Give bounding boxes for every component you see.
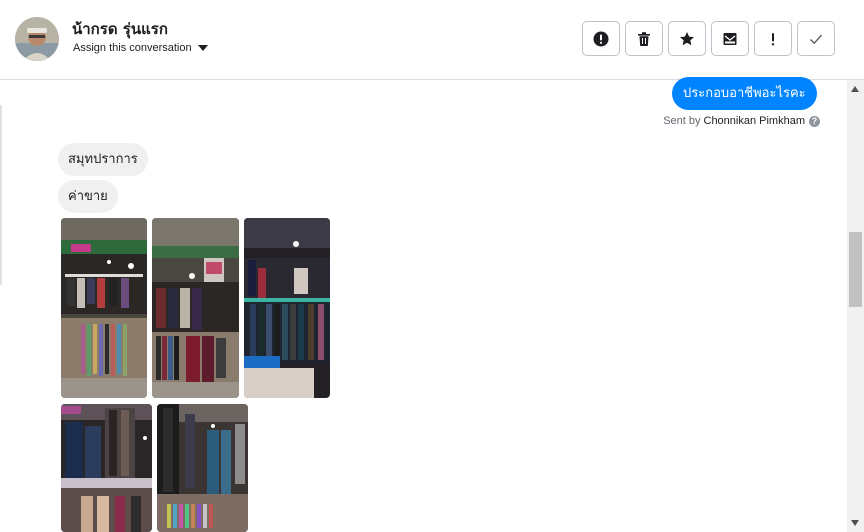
photo-attachment[interactable] bbox=[61, 404, 152, 532]
user-avatar[interactable] bbox=[15, 17, 59, 61]
received-message-bubble[interactable]: ค่าขาย bbox=[58, 180, 118, 213]
photo-attachment[interactable] bbox=[244, 218, 330, 398]
scroll-thumb[interactable] bbox=[849, 232, 862, 307]
sent-by-prefix: Sent by bbox=[663, 115, 701, 127]
sent-message-bubble[interactable]: ประกอบอาชีพอะไรคะ bbox=[672, 77, 817, 110]
mark-done-button[interactable] bbox=[797, 21, 835, 56]
conversation-header: น้ากรด รุ่นแรก Assign this conversation bbox=[0, 0, 864, 80]
sent-by-name: Chonnikan Pimkham bbox=[703, 115, 806, 127]
star-button[interactable] bbox=[668, 21, 706, 56]
photo-attachment[interactable] bbox=[152, 218, 239, 398]
mark-unread-icon bbox=[723, 32, 737, 45]
star-icon bbox=[680, 31, 694, 45]
mark-spam-button[interactable] bbox=[582, 21, 620, 56]
scroll-up-arrow-icon[interactable] bbox=[851, 86, 859, 92]
checkmark-icon bbox=[809, 34, 823, 44]
mark-unread-button[interactable] bbox=[711, 21, 749, 56]
help-icon[interactable]: ? bbox=[809, 115, 820, 127]
follow-up-button[interactable] bbox=[754, 21, 792, 56]
scroll-down-arrow-icon[interactable] bbox=[851, 520, 859, 526]
received-message-bubble[interactable]: สมุทปราการ bbox=[58, 143, 148, 176]
photo-attachment[interactable] bbox=[61, 218, 147, 398]
user-name: น้ากรด รุ่นแรก bbox=[72, 20, 168, 38]
conversation-actions bbox=[582, 21, 835, 56]
left-panel-edge bbox=[0, 105, 2, 285]
photo-attachment[interactable] bbox=[157, 404, 248, 532]
scrollbar[interactable] bbox=[847, 80, 864, 532]
delete-button[interactable] bbox=[625, 21, 663, 56]
caret-down-icon bbox=[197, 45, 208, 51]
assign-conversation-dropdown[interactable]: Assign this conversation bbox=[73, 42, 208, 54]
sent-by-caption: Sent by Chonnikan Pimkham ? bbox=[663, 115, 820, 127]
assign-label: Assign this conversation bbox=[73, 42, 192, 54]
exclamation-icon bbox=[771, 32, 775, 45]
trash-icon bbox=[638, 31, 650, 46]
exclamation-circle-icon bbox=[593, 31, 609, 46]
